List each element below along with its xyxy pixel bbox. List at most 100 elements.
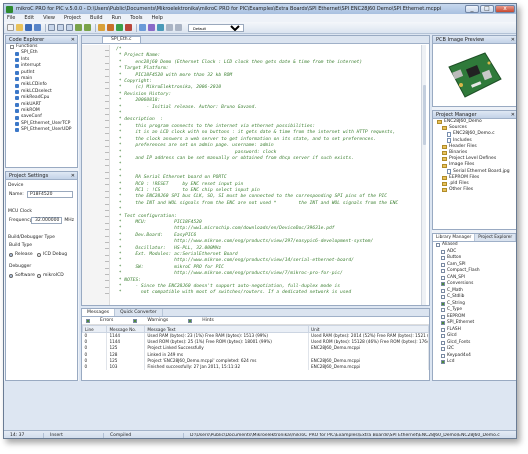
icd-label: ICD Debug [43,252,68,257]
library-item[interactable]: Lcd [436,359,516,366]
tool-icon[interactable] [166,24,173,31]
column-header[interactable]: Unit [308,325,429,333]
folder-icon [442,144,447,149]
menu-build[interactable]: Build [90,15,103,21]
status-bar: 14: 37 Insert Compiled D:\Users\Public\D… [4,430,516,438]
run-icon[interactable] [116,24,123,31]
checkbox[interactable] [441,334,445,339]
icd-radio[interactable] [37,252,41,257]
checkbox[interactable] [441,301,445,306]
gutter-mark [105,82,109,83]
mikroicd-radio[interactable] [37,273,41,278]
checkbox[interactable] [441,269,445,274]
device-select[interactable]: P18F4520 [27,191,73,198]
open-folder-icon[interactable] [16,24,23,31]
file-icon [447,132,451,137]
column-header[interactable]: Line [81,325,108,333]
find-icon[interactable] [139,24,146,31]
checkbox[interactable] [441,347,445,352]
list-item[interactable]: SPI_Ethernet_UserUDP [10,127,77,133]
copy-icon[interactable] [57,24,64,31]
checkbox[interactable] [436,243,440,248]
checkbox[interactable] [441,308,445,313]
checkbox[interactable] [441,314,445,319]
checkbox[interactable] [441,360,445,365]
table-row[interactable]: 0 103 Finished successfully: 27 Jan 2011, … [82,363,429,370]
menu-edit[interactable]: Edit [24,15,34,21]
close-icon[interactable]: ✕ [71,36,75,44]
image-preview-panel: PCB Image Preview ✕ [432,35,516,107]
software-radio[interactable] [9,273,13,278]
save-all-icon[interactable] [34,24,41,31]
menu-tools[interactable]: Tools [130,15,142,21]
checkbox[interactable] [441,321,445,326]
tab-messages[interactable]: Messages [82,309,116,316]
errors-filter[interactable]: Errors [86,318,123,323]
help-icon[interactable] [157,24,164,31]
checkbox[interactable] [441,327,445,332]
library-list: Aliased ADC Button Cam_SPI Compact_Flash CAN… [433,242,516,366]
hints-filter[interactable]: Hints [188,318,224,323]
code-line[interactable]: * http://www.mikroe.com/eng/products/vie… [116,239,398,245]
file-icon [447,138,451,144]
code-line[interactable]: * the ENC28J60 SPI bus CLK, SO, SI must … [116,194,398,200]
redo-icon[interactable] [84,24,91,31]
gutter-mark [105,274,109,275]
tree-item[interactable]: Other Files [437,187,516,193]
new-file-icon[interactable] [7,24,14,31]
menu-run[interactable]: Run [112,15,122,21]
tab-library-manager[interactable]: Library Manager [433,234,476,241]
editor-tab[interactable]: SPI_Eth.c [102,36,141,43]
vertical-scrollbar[interactable] [421,45,426,305]
code-line[interactable]: * the INT and WOL signals from the ENC a… [116,201,398,207]
file-path: D:\Users\Public\Documents\Mikroelektroni… [190,432,500,438]
minimize-button[interactable]: _ [465,5,479,13]
tab-quick-converter[interactable]: Quick Converter [115,309,163,316]
config-select[interactable]: Default [188,23,244,32]
close-icon[interactable]: ✕ [511,36,515,44]
menu-file[interactable]: File [7,15,15,21]
menu-project[interactable]: Project [64,15,81,21]
checkbox[interactable] [441,275,445,280]
menu-view[interactable]: View [43,15,55,21]
checkbox[interactable] [441,288,445,293]
checkbox[interactable] [441,295,445,300]
checkbox[interactable] [441,249,445,254]
library-tabs: Library Manager Project Explorer [433,234,516,242]
release-radio[interactable] [9,252,13,257]
close-button[interactable]: x [495,5,515,13]
column-header[interactable]: Message Text [144,325,309,333]
stop-icon[interactable] [125,24,132,31]
checkbox[interactable] [441,340,445,345]
scrollbar-thumb[interactable] [423,85,426,145]
code-line[interactable]: * it is an LCD clock with no buttons : i… [116,130,398,136]
close-icon[interactable]: ✕ [511,111,515,119]
checkbox[interactable] [133,318,138,323]
checkbox[interactable] [86,318,90,323]
options-icon[interactable] [148,24,155,31]
tool-icon[interactable] [175,24,182,31]
frequency-input[interactable]: 32.000000 [31,217,63,224]
checkbox[interactable] [441,282,445,287]
close-icon[interactable]: ✕ [71,172,75,180]
code-line[interactable]: * not compatible with most of switches/r… [116,290,398,296]
build-all-icon[interactable] [107,24,114,31]
build-icon[interactable] [98,24,105,31]
tab-project-explorer[interactable]: Project Explorer [475,234,516,241]
paste-icon[interactable] [66,24,73,31]
cut-icon[interactable] [48,24,55,31]
toolbar-separator [45,23,46,32]
collapse-icon[interactable] [10,45,14,50]
checkbox[interactable] [441,256,445,261]
code-area[interactable]: /* * Project Name: * enc28j60 Demo (Ethe… [82,45,426,305]
code-text[interactable]: /* * Project Name: * enc28j60 Demo (Ethe… [116,47,398,297]
checkbox[interactable] [188,318,193,323]
checkbox[interactable] [441,262,445,267]
column-header[interactable]: Message No. [106,325,146,333]
menu-help[interactable]: Help [152,15,163,21]
warnings-filter[interactable]: Warnings [133,318,178,323]
checkbox[interactable] [441,353,445,358]
maximize-button[interactable]: □ [480,5,494,13]
save-icon[interactable] [25,24,32,31]
undo-icon[interactable] [75,24,82,31]
